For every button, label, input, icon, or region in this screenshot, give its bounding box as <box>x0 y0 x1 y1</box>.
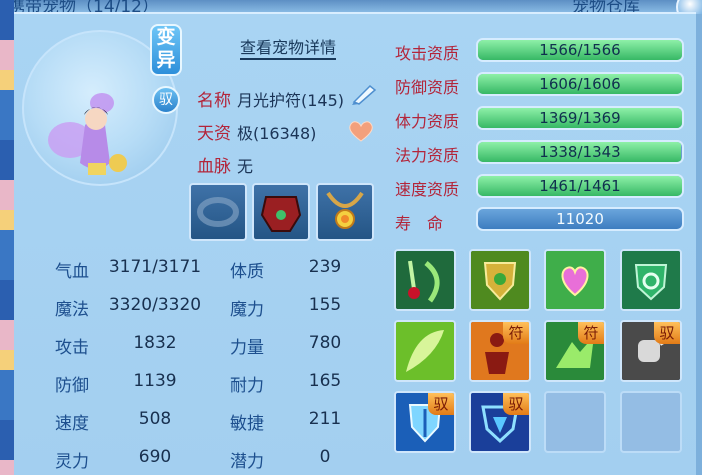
aptitude-bar-mana: 1338/1343 <box>476 140 684 164</box>
skill-slot-9[interactable]: 驭 <box>394 391 456 453</box>
pet-window: 携带宠物（14/12） 宠物仓库 变异 驭 查看宠物详情 名称 月光护符(145)… <box>0 0 702 475</box>
tamed-tag: 驭 <box>152 86 180 114</box>
stat-value-magic: 155 <box>308 295 342 315</box>
stat-label-attack: 攻击 <box>55 338 89 358</box>
blood-drain-skill-icon <box>396 251 454 309</box>
amulet-icon <box>326 191 364 229</box>
stat-label-spirit: 灵力 <box>55 452 89 472</box>
aptitude-value-attack: 1566/1566 <box>539 41 621 59</box>
aptitude-bar-speed: 1461/1461 <box>476 174 684 198</box>
equipment-slot-collar[interactable] <box>189 183 247 241</box>
equipment-slot-amulet[interactable] <box>316 183 374 241</box>
heart-skill-icon <box>546 251 604 309</box>
skill-slot-10[interactable]: 驭 <box>469 391 531 453</box>
stat-label-defense: 防御 <box>55 376 89 396</box>
aptitude-value-stamina: 1369/1369 <box>539 109 621 127</box>
pet-avatar <box>48 93 127 175</box>
aptitude-label-mana: 法力资质 <box>395 146 460 165</box>
skill-badge-6: 符 <box>503 322 529 344</box>
skill-slot-2[interactable] <box>469 249 531 311</box>
aptitude-bar-defense: 1606/1606 <box>476 72 684 96</box>
stat-value-constitution: 239 <box>308 257 342 277</box>
mutant-tag: 变异 <box>150 24 182 76</box>
skill-slot-7[interactable]: 符 <box>544 320 606 382</box>
pet-bloodline: 无 <box>237 157 254 176</box>
aptitude-value-mana: 1338/1343 <box>539 143 621 161</box>
stat-label-mp: 魔法 <box>55 300 89 320</box>
skill-badge-9: 驭 <box>428 393 454 415</box>
skill-slot-4[interactable] <box>620 249 682 311</box>
shield-emblem-skill-icon <box>471 251 529 309</box>
aptitude-label-speed: 速度资质 <box>395 180 460 199</box>
stat-value-strength: 780 <box>308 333 342 353</box>
pet-talent-row: 天资 极(16348) <box>197 119 316 144</box>
stat-value-agility: 211 <box>308 409 342 429</box>
stat-value-hp: 3171/3171 <box>108 257 202 277</box>
skill-slot-3[interactable] <box>544 249 606 311</box>
stat-label-speed: 速度 <box>55 414 89 434</box>
stat-value-potential: 0 <box>319 447 331 467</box>
stat-value-mp: 3320/3320 <box>108 295 202 315</box>
life-label: 寿 命 <box>395 214 444 233</box>
skill-slot-1[interactable] <box>394 249 456 311</box>
aptitude-value-speed: 1461/1461 <box>539 177 621 195</box>
stat-value-attack: 1832 <box>133 333 177 353</box>
leaf-skill-icon <box>396 322 454 380</box>
skill-slot-5[interactable] <box>394 320 456 382</box>
aptitude-value-defense: 1606/1606 <box>539 75 621 93</box>
view-pet-details-link[interactable]: 查看宠物详情 <box>240 38 337 60</box>
armor-icon <box>260 196 302 232</box>
stat-label-potential: 潜力 <box>230 452 264 472</box>
name-label: 名称 <box>197 91 231 111</box>
life-bar: 11020 <box>476 207 684 231</box>
pet-talent: 极(16348) <box>237 124 317 143</box>
stat-label-constitution: 体质 <box>230 262 264 282</box>
skill-slot-empty[interactable] <box>620 391 682 453</box>
skill-slot-8[interactable]: 驭 <box>620 320 682 382</box>
aptitude-bar-attack: 1566/1566 <box>476 38 684 62</box>
collar-icon <box>197 197 239 227</box>
stat-label-agility: 敏捷 <box>230 414 264 434</box>
life-value: 11020 <box>556 210 604 228</box>
aptitude-label-attack: 攻击资质 <box>395 44 460 63</box>
aptitude-bar-stamina: 1369/1369 <box>476 106 684 130</box>
heart-icon[interactable] <box>348 120 374 142</box>
pet-name: 月光护符(145) <box>237 91 345 110</box>
window-border <box>696 14 702 475</box>
bloodline-label: 血脉 <box>197 157 231 177</box>
rename-pen-icon[interactable] <box>350 82 378 106</box>
equipment-slot-armor[interactable] <box>252 183 310 241</box>
talent-label: 天资 <box>197 124 231 144</box>
guard-shield-skill-icon <box>622 251 680 309</box>
stat-value-defense: 1139 <box>133 371 177 391</box>
stat-label-magic: 魔力 <box>230 300 264 320</box>
pet-bloodline-row: 血脉无 <box>197 152 253 177</box>
stat-value-endurance: 165 <box>308 371 342 391</box>
skill-badge-7: 符 <box>578 322 604 344</box>
stat-value-speed: 508 <box>138 409 172 429</box>
stat-label-hp: 气血 <box>55 262 89 282</box>
skill-slot-empty[interactable] <box>544 391 606 453</box>
pet-list-strip[interactable] <box>0 0 14 475</box>
pet-name-row: 名称 月光护符(145) <box>197 86 344 111</box>
aptitude-label-stamina: 体力资质 <box>395 112 460 131</box>
stat-label-endurance: 耐力 <box>230 376 264 396</box>
skill-badge-8: 驭 <box>654 322 680 344</box>
stat-label-strength: 力量 <box>230 338 264 358</box>
aptitude-label-defense: 防御资质 <box>395 78 460 97</box>
stat-value-spirit: 690 <box>138 447 172 467</box>
skill-slot-6[interactable]: 符 <box>469 320 531 382</box>
skill-badge-10: 驭 <box>503 393 529 415</box>
